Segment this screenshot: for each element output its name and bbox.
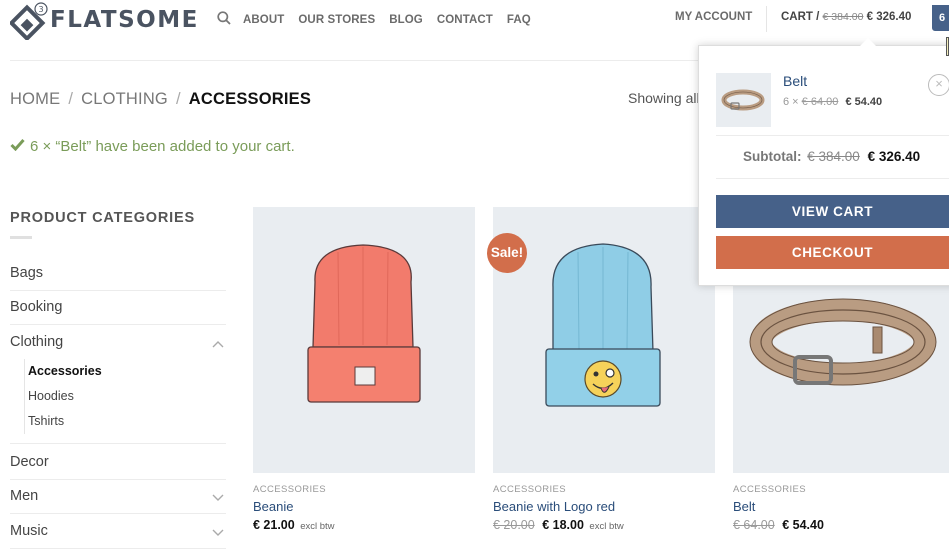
sidebar-item-label: Clothing — [10, 334, 64, 350]
site-logo[interactable]: 3 FLATSOME — [8, 2, 199, 42]
notice-text: 6 × “Belt” have been added to your cart. — [30, 138, 295, 155]
logo-text: FLATSOME — [50, 7, 199, 33]
sidebar-subitem-hoodies[interactable]: Hoodies — [28, 384, 102, 409]
cart-label: CART / — [781, 11, 820, 23]
breadcrumb-clothing[interactable]: CLOTHING — [81, 90, 168, 108]
nav-our-stores[interactable]: OUR STORES — [298, 14, 375, 26]
nav-blog[interactable]: BLOG — [389, 14, 423, 26]
product-image-beanie[interactable] — [253, 207, 475, 473]
price-old: € 64.00 — [733, 518, 775, 532]
nav-about[interactable]: ABOUT — [243, 14, 284, 26]
sidebar-item-label: Booking — [10, 299, 63, 315]
logo-mark-icon: 3 — [8, 2, 48, 42]
mini-cart-price: € 54.40 — [845, 96, 883, 108]
mini-cart-divider — [716, 135, 949, 136]
chevron-down-icon[interactable] — [212, 490, 224, 506]
nav-faq[interactable]: FAQ — [507, 14, 531, 26]
main-nav: ABOUT OUR STORES BLOG CONTACT FAQ — [217, 11, 545, 28]
product-card[interactable]: ACCESSORIES Beanie € 21.00 excl btw — [253, 207, 475, 532]
my-account-link[interactable]: MY ACCOUNT — [675, 11, 752, 23]
mini-cart-divider — [716, 178, 949, 179]
search-icon[interactable] — [217, 11, 231, 28]
breadcrumb-home[interactable]: HOME — [10, 90, 60, 108]
logo-badge: 3 — [38, 5, 43, 14]
product-name[interactable]: Beanie with Logo red — [493, 499, 715, 514]
sidebar-item-booking[interactable]: Booking — [10, 299, 226, 315]
breadcrumb: HOME / CLOTHING / ACCESSORIES — [10, 90, 311, 109]
mini-cart-item-thumbnail[interactable] — [716, 73, 771, 127]
mini-cart-dropdown: Belt 6 × € 64.00 € 54.40 × Subtotal: € 3… — [698, 38, 949, 286]
sidebar-item-music[interactable]: Music — [10, 523, 226, 539]
mini-cart-item-quantity: 6 × € 64.00 € 54.40 — [783, 96, 882, 108]
subtotal-old: € 384.00 — [807, 149, 860, 164]
product-name[interactable]: Beanie — [253, 499, 475, 514]
product-price: € 21.00 excl btw — [253, 518, 475, 532]
sale-badge: Sale! — [487, 233, 527, 273]
sidebar-item-label: Music — [10, 523, 48, 539]
sidebar-divider — [10, 443, 226, 444]
mini-cart-subtotal: Subtotal: € 384.00 € 326.40 — [743, 149, 920, 164]
sidebar: PRODUCT CATEGORIES — [10, 210, 226, 239]
sidebar-item-label: Men — [10, 488, 39, 504]
product-category: ACCESSORIES — [253, 484, 327, 495]
product-price: € 64.00 € 54.40 — [733, 518, 949, 532]
breadcrumb-current: ACCESSORIES — [188, 90, 312, 108]
breadcrumb-separator: / — [175, 90, 181, 108]
sidebar-subitem-accessories[interactable]: Accessories — [28, 359, 102, 384]
mini-cart-old-price: € 64.00 — [801, 96, 839, 108]
price-current: € 54.40 — [782, 518, 824, 532]
sidebar-item-label: Bags — [10, 265, 44, 281]
checkout-button[interactable]: CHECKOUT — [716, 236, 949, 269]
mini-cart-item-name[interactable]: Belt — [783, 73, 807, 89]
sidebar-subcategories: Accessories Hoodies Tshirts — [24, 359, 102, 434]
product-category: ACCESSORIES — [493, 484, 567, 495]
cart-count-badge[interactable]: 6 — [932, 5, 949, 31]
product-price: € 20.00 € 18.00 excl btw — [493, 518, 715, 532]
nav-contact[interactable]: CONTACT — [437, 14, 493, 26]
remove-item-icon[interactable]: × — [928, 74, 949, 96]
view-cart-button[interactable]: VIEW CART — [716, 195, 949, 228]
cart-notice: 6 × “Belt” have been added to your cart. — [10, 138, 295, 155]
price-tax-note: excl btw — [300, 521, 335, 532]
sidebar-subitem-tshirts[interactable]: Tshirts — [28, 409, 102, 434]
header-divider — [766, 6, 767, 32]
dropdown-arrow — [860, 38, 876, 46]
price-tax-note: excl btw — [589, 521, 624, 532]
sidebar-item-decor[interactable]: Decor — [10, 454, 226, 470]
product-name[interactable]: Belt — [733, 499, 949, 514]
breadcrumb-separator: / — [68, 90, 74, 108]
checkmark-icon — [10, 138, 25, 155]
site-header: 3 FLATSOME ABOUT OUR STORES BLOG CONTACT… — [0, 0, 949, 42]
sidebar-item-bags[interactable]: Bags — [10, 265, 226, 281]
sidebar-title-underline — [10, 236, 32, 239]
subtotal-label: Subtotal: — [743, 149, 802, 164]
product-category: ACCESSORIES — [733, 484, 807, 495]
sidebar-item-label: Decor — [10, 454, 49, 470]
cart-old-total: € 384.00 — [822, 11, 864, 23]
price-current: € 18.00 — [542, 518, 584, 532]
cart-new-total: € 326.40 — [866, 11, 912, 23]
subtotal-new: € 326.40 — [867, 149, 921, 164]
chevron-up-icon[interactable] — [212, 336, 224, 352]
result-count: Showing all — [628, 90, 700, 106]
price-old: € 20.00 — [493, 518, 535, 532]
sidebar-title: PRODUCT CATEGORIES — [10, 210, 195, 226]
cart-link[interactable]: CART / € 384.00 € 326.40 — [781, 11, 911, 23]
price-current: € 21.00 — [253, 518, 295, 532]
mini-cart-qty: 6 × — [783, 96, 799, 108]
sidebar-divider — [10, 479, 226, 480]
chevron-down-icon[interactable] — [212, 525, 224, 541]
sidebar-item-men[interactable]: Men — [10, 488, 226, 504]
sidebar-divider — [10, 324, 226, 325]
sidebar-divider — [10, 548, 226, 549]
sidebar-divider — [10, 290, 226, 291]
sidebar-divider — [10, 513, 226, 514]
sidebar-item-clothing[interactable]: Clothing — [10, 334, 226, 350]
